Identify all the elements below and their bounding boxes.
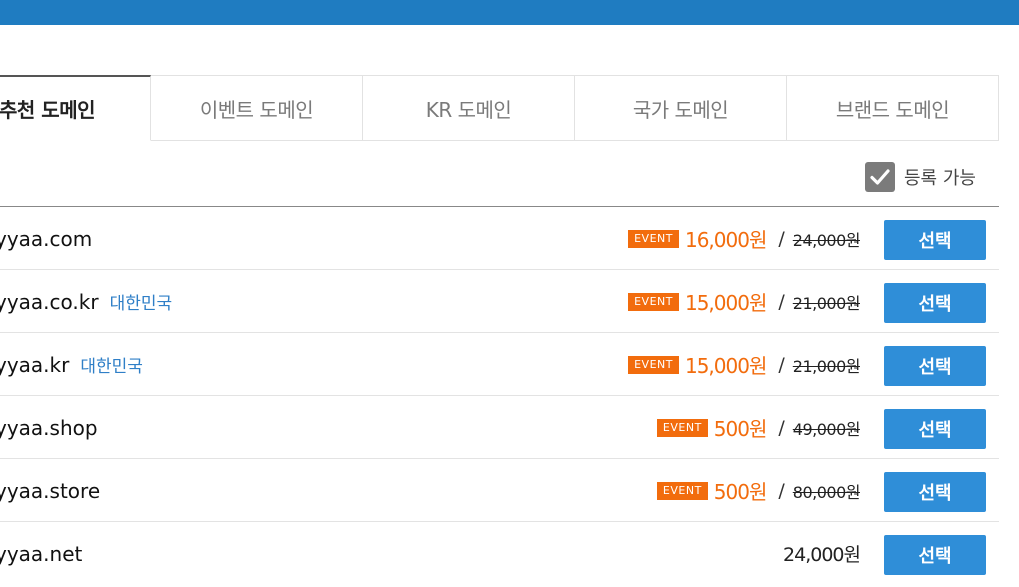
sale-price: 15,000원 <box>684 354 767 378</box>
event-badge: EVENT <box>628 229 679 248</box>
domain-list: yyaa.com EVENT 16,000원 / 24,000원 선택 yyaa… <box>0 206 999 585</box>
available-label: 등록 가능 <box>904 168 976 189</box>
price-info: 24,000원 <box>783 522 861 585</box>
select-button[interactable]: 선택 <box>884 346 986 386</box>
event-badge: EVENT <box>628 292 679 311</box>
tab-label: 국가 도메인 <box>632 97 729 122</box>
price-info: EVENT 500원 / 80,000원 <box>656 459 861 522</box>
domain-name: yyaa.net <box>0 541 83 566</box>
tab-kr[interactable]: KR 도메인 <box>363 75 575 141</box>
event-badge: EVENT <box>656 481 708 500</box>
domain-name: yyaa.kr <box>0 352 70 377</box>
event-badge: EVENT <box>656 418 708 437</box>
tab-label: 이벤트 도메인 <box>199 97 314 122</box>
price-separator: / <box>778 416 785 439</box>
domain-row: yyaa.com EVENT 16,000원 / 24,000원 선택 <box>0 207 999 270</box>
original-price: 21,000원 <box>792 356 861 376</box>
select-button[interactable]: 선택 <box>884 472 986 512</box>
domain-row: yyaa.co.kr 대한민국 EVENT 15,000원 / 21,000원 … <box>0 270 999 333</box>
domain-name: yyaa.com <box>0 226 93 251</box>
country-label: 대한민국 <box>109 294 173 314</box>
domain-row: yyaa.shop EVENT 500원 / 49,000원 선택 <box>0 396 999 459</box>
domain-name: yyaa.shop <box>0 415 98 440</box>
original-price: 80,000원 <box>792 482 861 502</box>
tab-event[interactable]: 이벤트 도메인 <box>151 75 363 141</box>
original-price: 24,000원 <box>792 230 861 250</box>
price-separator: / <box>778 479 785 502</box>
tab-label: KR 도메인 <box>425 97 512 122</box>
price-info: EVENT 16,000원 / 24,000원 <box>628 207 861 270</box>
country-label: 대한민국 <box>80 357 143 377</box>
domain-row: yyaa.net 24,000원 선택 <box>0 522 999 585</box>
event-badge: EVENT <box>628 355 679 374</box>
domain-name: yyaa.store <box>0 478 101 503</box>
original-price: 49,000원 <box>792 419 861 439</box>
regular-price: 24,000원 <box>783 544 861 566</box>
sale-price: 500원 <box>713 480 768 504</box>
select-button[interactable]: 선택 <box>884 283 986 323</box>
tab-country[interactable]: 국가 도메인 <box>575 75 787 141</box>
price-info: EVENT 15,000원 / 21,000원 <box>628 333 861 396</box>
sale-price: 16,000원 <box>684 228 767 252</box>
available-filter[interactable]: 등록 가능 <box>865 162 976 192</box>
price-separator: / <box>778 353 785 376</box>
top-bar <box>0 0 1019 25</box>
price-info: EVENT 500원 / 49,000원 <box>656 396 861 459</box>
price-separator: / <box>778 227 785 250</box>
domain-row: yyaa.kr 대한민국 EVENT 15,000원 / 21,000원 선택 <box>0 333 999 396</box>
select-button[interactable]: 선택 <box>884 409 986 449</box>
domain-row: yyaa.store EVENT 500원 / 80,000원 선택 <box>0 459 999 522</box>
tab-recommended[interactable]: 추천 도메인 <box>0 75 151 141</box>
domain-tabs: 추천 도메인 이벤트 도메인 KR 도메인 국가 도메인 브랜드 도메인 <box>0 75 999 141</box>
sale-price: 15,000원 <box>684 291 767 315</box>
price-info: EVENT 15,000원 / 21,000원 <box>628 270 861 333</box>
tab-label: 브랜드 도메인 <box>835 97 950 122</box>
tab-label: 추천 도메인 <box>0 98 95 122</box>
select-button[interactable]: 선택 <box>884 220 986 260</box>
original-price: 21,000원 <box>792 293 861 313</box>
select-button[interactable]: 선택 <box>884 535 986 575</box>
domain-name: yyaa.co.kr <box>0 289 99 314</box>
check-icon <box>870 169 890 185</box>
tab-brand[interactable]: 브랜드 도메인 <box>787 75 999 141</box>
available-checkbox[interactable] <box>865 162 895 192</box>
sale-price: 500원 <box>713 417 768 441</box>
price-separator: / <box>778 290 785 313</box>
